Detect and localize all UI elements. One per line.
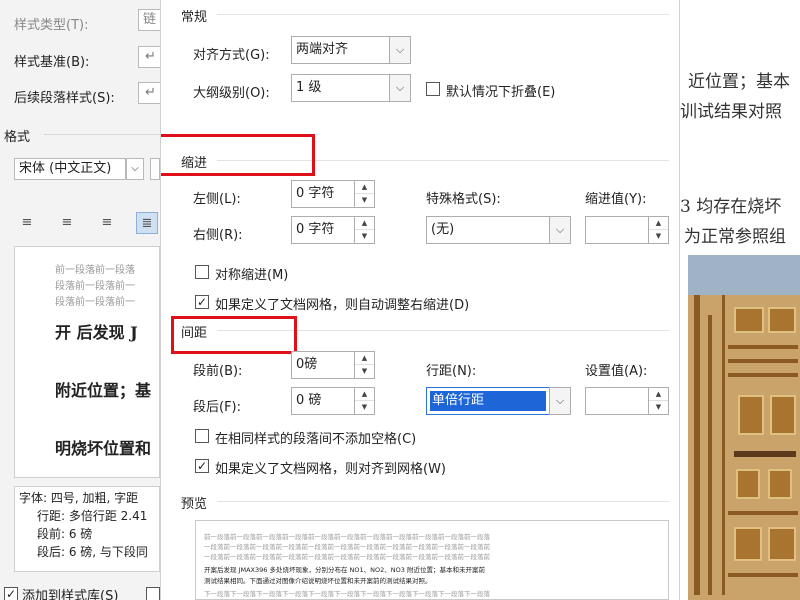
special-format-label: 特殊格式(S): xyxy=(426,192,501,207)
space-after-label: 段后(F): xyxy=(193,400,242,415)
preview-main-line: 测试结果相同。下面通过对图像介绍说明烧坏位置和未开案前的测试结果对照。 xyxy=(204,577,432,585)
left-indent-input[interactable]: 0 字符 xyxy=(291,180,355,208)
preview-prev-line: 段落前一段落前一 xyxy=(55,281,135,292)
set-value-input[interactable] xyxy=(585,387,649,415)
preview-prev-line: 一段落前一段落前一段落前一段落前一段落前一段落前一段落前一段落前一段落前一段落前… xyxy=(204,543,490,551)
paragraph-dialog: 常规 对齐方式(G): 两端对齐 ⌵ 大纲级别(O): 1 级 ⌵ 默认情况下折… xyxy=(160,0,680,600)
line-spacing-label: 行距(N): xyxy=(426,364,477,379)
description-line: 段前: 6 磅 xyxy=(37,527,93,541)
highlight-box xyxy=(161,134,315,176)
preview-sample-line: 附近位置；基 xyxy=(55,381,152,400)
special-format-select[interactable]: (无) xyxy=(426,216,550,244)
line-spacing-select[interactable]: 单倍行距 xyxy=(426,387,550,415)
space-after-input[interactable]: 0 磅 xyxy=(291,387,355,415)
document-text-line: 3 均存在烧坏 xyxy=(680,197,782,217)
preview-prev-line: 前一段落前一段落前一段落前一段落前一段落前一段落前一段落前一段落前一段落前一段落… xyxy=(204,533,490,541)
indent-value-label: 缩进值(Y): xyxy=(585,192,647,207)
snap-to-grid-checkbox[interactable]: ✓ xyxy=(195,459,209,473)
auto-adjust-indent-label: 如果定义了文档网格，则自动调整右缩进(D) xyxy=(215,298,470,313)
indent-value-spinner[interactable]: ▲ ▼ xyxy=(649,216,669,244)
style-type-label: 样式类型(T): xyxy=(14,18,89,33)
description-line: 行距: 多倍行距 2.41 xyxy=(37,509,148,523)
add-to-gallery-checkbox[interactable]: ✓ xyxy=(4,587,18,600)
font-size-select[interactable] xyxy=(150,158,160,180)
preview-prev-line: 段落前一段落前一 xyxy=(55,297,135,308)
right-indent-input[interactable]: 0 字符 xyxy=(291,216,355,244)
alignment-select[interactable]: 两端对齐 xyxy=(291,36,391,64)
collapse-default-label: 默认情况下折叠(E) xyxy=(446,85,556,100)
preview-next-line: 下一段落下一段落下一段落下一段落下一段落下一段落下一段落下一段落下一段落下一段落… xyxy=(204,590,490,598)
set-value-label: 设置值(A): xyxy=(585,364,648,379)
format-label: 格式 xyxy=(4,130,31,145)
general-section-title: 常规 xyxy=(181,10,208,25)
outline-dropdown-icon[interactable]: ⌵ xyxy=(389,74,411,102)
auto-update-checkbox[interactable] xyxy=(146,587,160,600)
document-text-line: 训试结果对照 xyxy=(680,102,782,122)
style-base-select[interactable]: ↵ xyxy=(138,46,160,68)
space-before-spinner[interactable]: ▲ ▼ xyxy=(355,351,375,379)
space-after-spinner[interactable]: ▲ ▼ xyxy=(355,387,375,415)
add-to-gallery-label: 添加到样式库(S) xyxy=(22,589,119,600)
preview-section-title: 预览 xyxy=(181,497,208,512)
font-dropdown-button[interactable]: ⌵ xyxy=(126,158,144,180)
right-indent-spinner[interactable]: ▲ ▼ xyxy=(355,216,375,244)
preview-prev-line: 前一段落前一段落 xyxy=(55,265,135,276)
next-style-select[interactable]: ↵ xyxy=(138,82,160,104)
highlight-box xyxy=(171,316,297,354)
document-background: 近位置；基本 训试结果对照 3 均存在烧坏 为正常参照组 xyxy=(680,0,800,600)
set-value-spinner[interactable]: ▲ ▼ xyxy=(649,387,669,415)
no-space-same-style-checkbox[interactable] xyxy=(195,429,209,443)
line-spacing-dropdown-icon[interactable]: ⌵ xyxy=(549,387,571,415)
chip-photo xyxy=(688,255,800,600)
line-spacing-selected-value: 单倍行距 xyxy=(430,391,546,411)
style-base-label: 样式基准(B): xyxy=(14,55,90,70)
description-line: 字体: 四号, 加粗, 字距 xyxy=(19,491,139,505)
left-indent-label: 左侧(L): xyxy=(193,192,241,207)
snap-to-grid-label: 如果定义了文档网格，则对齐到网格(W) xyxy=(215,462,446,477)
alignment-dropdown-icon[interactable]: ⌵ xyxy=(389,36,411,64)
document-text-line: 为正常参照组 xyxy=(684,227,786,247)
style-dialog-background: 样式类型(T): 链 样式基准(B): ↵ 后续段落样式(S): ↵ 格式 宋体… xyxy=(0,0,160,600)
style-preview: 前一段落前一段落 段落前一段落前一 段落前一段落前一 开 后发现 J 附近位置；… xyxy=(14,246,160,478)
indent-value-input[interactable] xyxy=(585,216,649,244)
preview-prev-line: 一段落前一段落前一段落前一段落前一段落前一段落前一段落前一段落前一段落前一段落前… xyxy=(204,553,490,561)
style-type-select[interactable]: 链 xyxy=(138,9,160,31)
preview-sample-line: 开 后发现 J xyxy=(55,323,138,342)
outline-level-select[interactable]: 1 级 xyxy=(291,74,391,102)
left-indent-spinner[interactable]: ▲ ▼ xyxy=(355,180,375,208)
align-right-icon[interactable]: ≡ xyxy=(96,212,118,234)
auto-adjust-indent-checkbox[interactable]: ✓ xyxy=(195,295,209,309)
preview-main-line: 开案后发现 JMAX396 多处烧坏现象，分别分布在 NO1、NO2、NO3 附… xyxy=(204,566,485,574)
space-before-input[interactable]: 0磅 xyxy=(291,351,355,379)
outline-level-label: 大纲级别(O): xyxy=(193,86,270,101)
alignment-label: 对齐方式(G): xyxy=(193,48,270,63)
no-space-same-style-label: 在相同样式的段落间不添加空格(C) xyxy=(215,432,417,447)
mirror-indent-checkbox[interactable] xyxy=(195,265,209,279)
align-justify-icon[interactable]: ≣ xyxy=(136,212,158,234)
style-description: 字体: 四号, 加粗, 字距 行距: 多倍行距 2.41 段前: 6 磅 段后:… xyxy=(14,486,160,572)
align-center-icon[interactable]: ≡ xyxy=(56,212,78,234)
paragraph-preview: 前一段落前一段落前一段落前一段落前一段落前一段落前一段落前一段落前一段落前一段落… xyxy=(195,520,669,600)
mirror-indent-label: 对称缩进(M) xyxy=(215,268,289,283)
collapse-default-checkbox[interactable] xyxy=(426,82,440,96)
space-before-label: 段前(B): xyxy=(193,364,243,379)
special-format-dropdown-icon[interactable]: ⌵ xyxy=(549,216,571,244)
align-left-icon[interactable]: ≡ xyxy=(16,212,38,234)
right-indent-label: 右侧(R): xyxy=(193,228,243,243)
description-line: 段后: 6 磅, 与下段同 xyxy=(37,545,148,559)
preview-sample-line: 明烧坏位置和 xyxy=(55,439,152,458)
next-style-label: 后续段落样式(S): xyxy=(14,91,115,106)
font-select[interactable]: 宋体 (中文正文) xyxy=(14,158,126,180)
document-text-line: 近位置；基本 xyxy=(688,72,790,92)
